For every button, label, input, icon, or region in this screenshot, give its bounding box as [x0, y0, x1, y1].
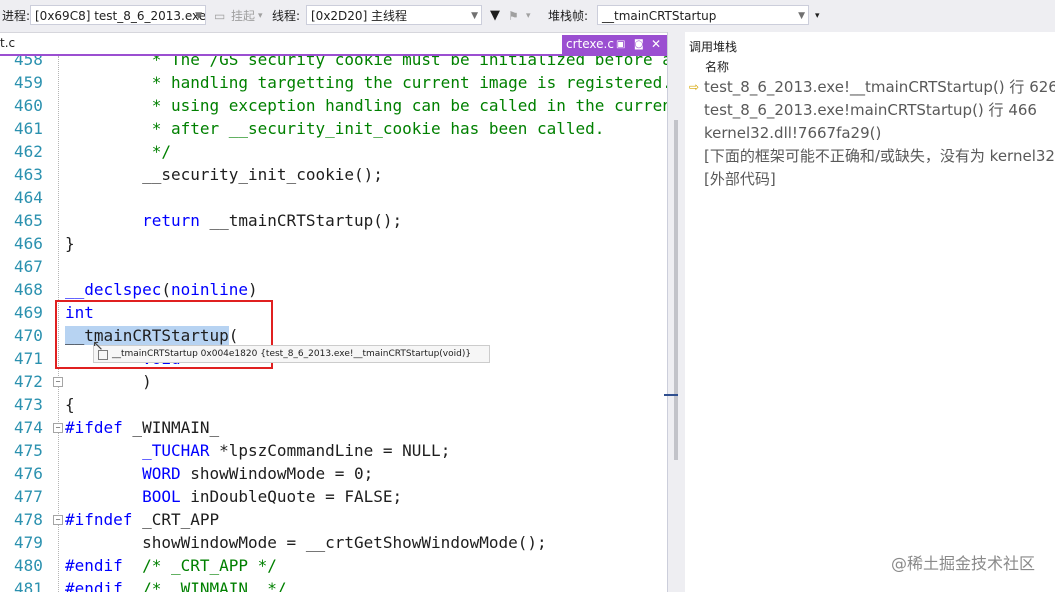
process-combo[interactable]: [0x69C8] test_8_6_2013.exe ▼ — [30, 5, 206, 25]
line-number: 461 — [14, 119, 43, 138]
filter-icon[interactable]: ▼ — [490, 0, 500, 32]
line-number: 475 — [14, 441, 43, 460]
code-text[interactable]: #ifdef _WINMAIN_ — [65, 416, 219, 439]
line-number: 462 — [14, 142, 43, 161]
line-number: 472 — [14, 372, 43, 391]
watermark: @稀土掘金技术社区 — [890, 554, 1035, 573]
callstack-title: 调用堆栈 — [689, 40, 738, 54]
tab-left-file[interactable]: t.c — [0, 36, 15, 50]
stackframe-value: __tmainCRTStartup — [602, 9, 717, 23]
chevron-down-icon[interactable]: ▾ — [526, 0, 531, 32]
fold-toggle-icon[interactable]: − — [53, 423, 63, 433]
pin-icon[interactable]: ▣ — [616, 35, 625, 54]
mouse-cursor-icon: ↖ — [92, 338, 104, 354]
line-number: 463 — [14, 165, 43, 184]
code-text[interactable]: #endif /* _CRT_APP */ — [65, 554, 277, 577]
chevron-down-icon: ▼ — [471, 11, 478, 21]
line-number: 468 — [14, 280, 43, 299]
thread-label: 线程: — [272, 9, 301, 23]
close-icon[interactable]: ✕ — [651, 35, 661, 54]
callstack-row[interactable]: [外部代码] — [704, 168, 776, 191]
callstack-row[interactable]: test_8_6_2013.exe!__tmainCRTStartup() 行 … — [704, 76, 1055, 99]
fold-toggle-icon[interactable]: − — [53, 377, 63, 387]
vertical-scrollbar[interactable] — [674, 120, 678, 460]
thread-value: [0x2D20] 主线程 — [311, 9, 408, 23]
line-number: 471 — [14, 349, 43, 368]
line-number: 465 — [14, 211, 43, 230]
line-number: 467 — [14, 257, 43, 276]
line-number: 479 — [14, 533, 43, 552]
column-header-name[interactable]: 名称 — [705, 58, 729, 75]
line-number: 477 — [14, 487, 43, 506]
stackframe-label: 堆栈帧: — [548, 9, 589, 23]
callstack-row[interactable]: test_8_6_2013.exe!mainCRTStartup() 行 466 — [704, 99, 1037, 122]
line-number: 478 — [14, 510, 43, 529]
code-text[interactable]: #endif /* _WINMAIN_ */ — [65, 577, 287, 592]
suspend-button[interactable]: 挂起 — [231, 0, 255, 32]
line-number: 473 — [14, 395, 43, 414]
thread-combo[interactable]: [0x2D20] 主线程 ▼ — [306, 5, 482, 25]
code-text[interactable]: * handling targetting the current image … — [65, 71, 667, 94]
line-number: 476 — [14, 464, 43, 483]
line-number: 459 — [14, 73, 43, 92]
callstack-panel: 调用堆栈 名称 ⇨ test_8_6_2013.exe!__tmainCRTSt… — [685, 32, 1055, 592]
tab-crtexe[interactable]: crtexe.c ▣ ◙ ✕ — [562, 35, 667, 54]
line-number: 458 — [14, 56, 43, 69]
code-text[interactable]: * The /GS security cookie must be initia… — [65, 56, 667, 71]
flag-icon[interactable]: ⚑ — [508, 0, 519, 32]
line-number: 481 — [14, 579, 43, 592]
suspend-icon[interactable]: ▭ — [214, 0, 225, 32]
line-number: 474 — [14, 418, 43, 437]
code-text[interactable]: __security_init_cookie(); — [65, 163, 383, 186]
callstack-row[interactable]: kernel32.dll!7667fa29() — [704, 122, 881, 145]
code-text[interactable]: showWindowMode = __crtGetShowWindowMode(… — [65, 531, 547, 554]
code-text[interactable]: return __tmainCRTStartup(); — [65, 209, 402, 232]
process-label: 进程: — [2, 9, 31, 23]
chevron-down-icon: ▼ — [195, 11, 202, 21]
stackframe-combo[interactable]: __tmainCRTStartup ▼ — [597, 5, 809, 25]
code-text[interactable]: ) — [65, 370, 152, 393]
code-text[interactable]: { — [65, 393, 75, 416]
code-text[interactable]: __declspec(noinline) — [65, 278, 258, 301]
current-frame-arrow-icon: ⇨ — [689, 80, 700, 94]
chevron-down-icon: ▼ — [798, 11, 805, 21]
scroll-marker — [664, 394, 678, 396]
code-text[interactable]: */ — [65, 140, 171, 163]
process-value: [0x69C8] test_8_6_2013.exe — [35, 9, 206, 23]
line-number: 469 — [14, 303, 43, 322]
fold-toggle-icon[interactable]: − — [53, 515, 63, 525]
preview-icon[interactable]: ◙ — [634, 35, 644, 54]
line-number: 466 — [14, 234, 43, 253]
datatip-text: __tmainCRTStartup 0x004e1820 {test_8_6_2… — [112, 349, 472, 359]
line-number: 460 — [14, 96, 43, 115]
code-text[interactable]: } — [65, 232, 75, 255]
code-text[interactable]: * after __security_init_cookie has been … — [65, 117, 605, 140]
debug-toolbar: 进程: [0x69C8] test_8_6_2013.exe ▼ ▭ 挂起 ▾ … — [0, 0, 1055, 33]
toolbar-overflow-icon[interactable]: ▾ — [815, 0, 820, 32]
code-text[interactable]: WORD showWindowMode = 0; — [65, 462, 373, 485]
code-text[interactable]: #ifndef _CRT_APP — [65, 508, 219, 531]
code-text[interactable]: BOOL inDoubleQuote = FALSE; — [65, 485, 402, 508]
line-number: 464 — [14, 188, 43, 207]
tab-crtexe-label: crtexe.c — [566, 37, 614, 51]
line-number: 470 — [14, 326, 43, 345]
callstack-row[interactable]: [下面的框架可能不正确和/或缺失，没有为 kernel32.dll 加载符号] — [704, 145, 1055, 168]
chevron-down-icon[interactable]: ▾ — [258, 0, 263, 32]
code-text[interactable]: _TUCHAR *lpszCommandLine = NULL; — [65, 439, 450, 462]
datatip[interactable]: __tmainCRTStartup 0x004e1820 {test_8_6_2… — [93, 345, 490, 363]
line-number: 480 — [14, 556, 43, 575]
code-text[interactable]: * using exception handling can be called… — [65, 94, 667, 117]
